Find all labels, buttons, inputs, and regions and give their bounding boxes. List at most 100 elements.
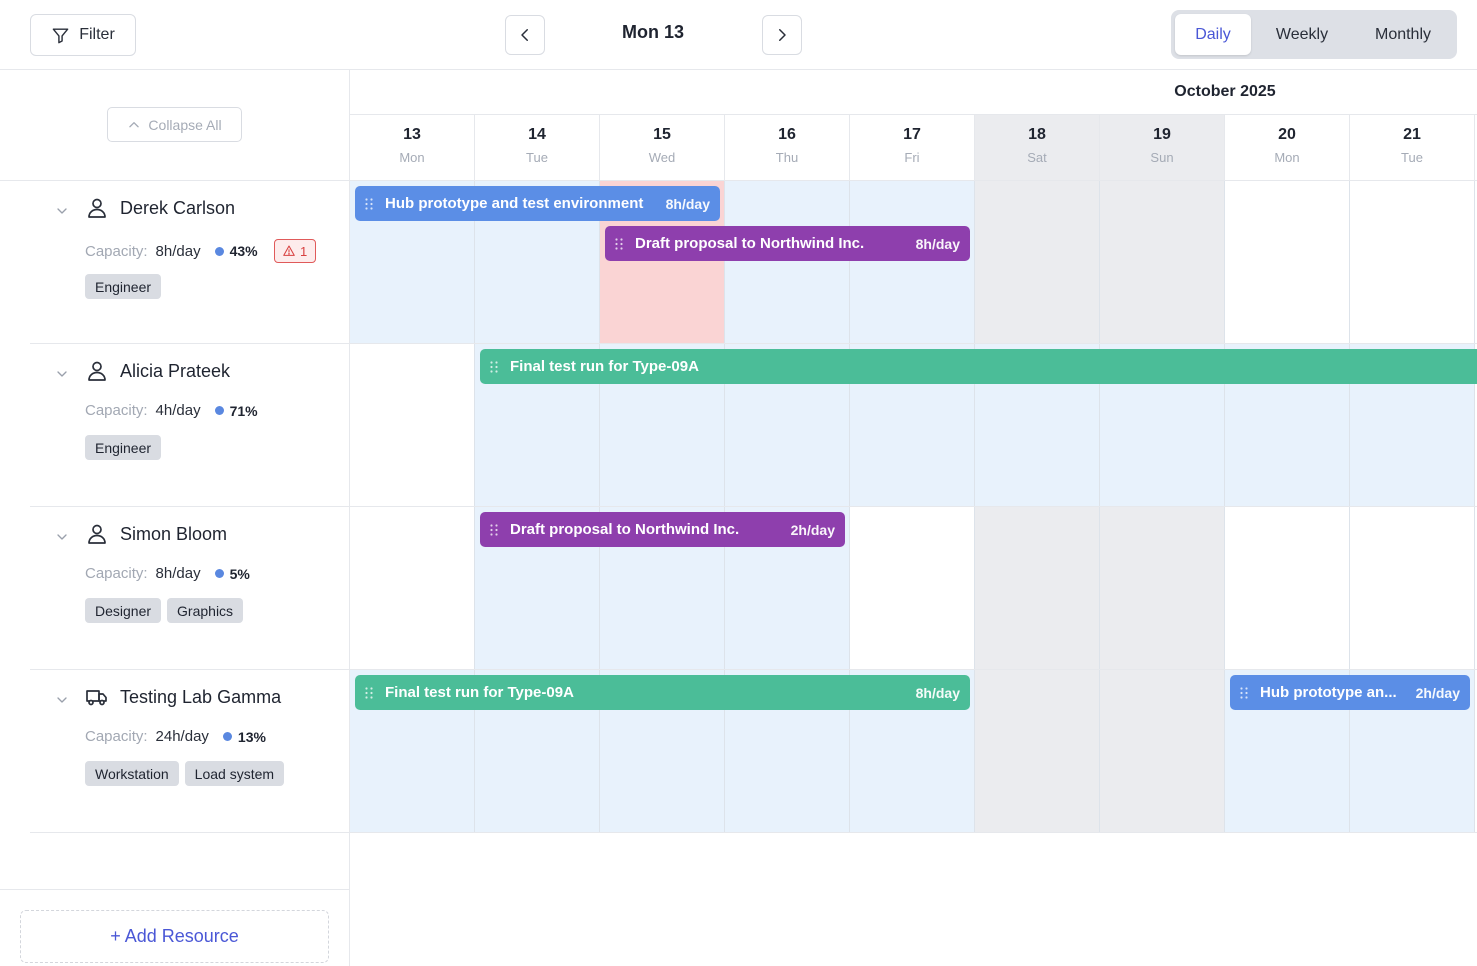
truck-icon <box>86 690 107 706</box>
utilization-dot <box>214 569 224 578</box>
drag-handle-icon[interactable] <box>1240 686 1248 699</box>
day-number: 20 <box>1278 126 1296 143</box>
utilization-dot <box>214 406 224 415</box>
drag-handle-icon[interactable] <box>490 360 498 373</box>
task-bar[interactable]: Draft proposal to Northwind Inc. 8h/day <box>605 226 970 261</box>
drag-handle-icon[interactable] <box>615 237 623 250</box>
day-number: 21 <box>1403 126 1421 143</box>
capacity-label: Capacity: <box>85 728 148 745</box>
task-bar[interactable]: Draft proposal to Northwind Inc. 2h/day <box>480 512 845 547</box>
task-title: Final test run for Type-09A <box>385 684 574 701</box>
chevron-down-icon[interactable] <box>54 692 70 708</box>
utilization-dot <box>214 246 224 256</box>
tag-list: Engineer <box>85 274 162 299</box>
day-number: 17 <box>903 126 921 143</box>
day-name: Fri <box>904 150 920 165</box>
day-cell[interactable] <box>1350 181 1475 343</box>
day-header: 15 Wed <box>600 115 725 180</box>
day-cell[interactable] <box>350 344 475 506</box>
drag-handle-icon[interactable] <box>365 686 373 699</box>
capacity-line: Capacity: 24h/day 13% <box>85 728 266 745</box>
utilization-value: 5% <box>229 565 250 582</box>
view-switcher: Daily Weekly Monthly <box>1171 10 1457 59</box>
day-cell[interactable] <box>1350 507 1475 669</box>
day-header: 18 Sat <box>975 115 1100 180</box>
task-rate: 2h/day <box>1415 684 1460 701</box>
current-date: Mon 13 <box>621 22 684 42</box>
tag-list: Designer Graphics <box>85 598 244 623</box>
resource-panel: Collapse All Derek Carlson Capacity: 8h/da… <box>0 70 350 966</box>
day-number: 16 <box>778 126 796 143</box>
resource-tag: Designer <box>85 598 162 623</box>
day-name: Wed <box>648 150 676 165</box>
view-monthly-button[interactable]: Monthly <box>1353 14 1453 55</box>
chevron-down-icon[interactable] <box>54 366 70 382</box>
day-cell[interactable] <box>725 181 850 343</box>
view-weekly-button[interactable]: Weekly <box>1251 14 1353 55</box>
capacity-value: 8h/day <box>155 242 201 260</box>
day-cell[interactable] <box>1100 181 1225 343</box>
warning-icon <box>283 245 295 256</box>
drag-handle-icon[interactable] <box>365 197 373 210</box>
utilization-value: 13% <box>237 728 266 745</box>
utilization-value: 43% <box>229 243 258 259</box>
day-header: 13 Mon <box>350 115 475 180</box>
collapse-all-label: Collapse All <box>148 116 222 133</box>
resource-tag: Engineer <box>85 435 162 460</box>
capacity-label: Capacity: <box>85 565 148 582</box>
day-cell[interactable] <box>1225 507 1350 669</box>
filter-button[interactable]: Filter <box>30 14 136 56</box>
day-cell[interactable] <box>975 181 1100 343</box>
task-title: Hub prototype and test environment <box>385 195 644 212</box>
warning-count: 1 <box>299 243 308 259</box>
capacity-line: Capacity: 8h/day 43% 1 <box>85 239 316 263</box>
task-title: Final test run for Type-09A <box>510 358 699 375</box>
task-bar[interactable]: Hub prototype and test environment 8h/day <box>355 186 720 221</box>
chevron-down-icon[interactable] <box>54 203 70 219</box>
day-cell[interactable] <box>975 670 1100 832</box>
task-bar[interactable]: Final test run for Type-09A 8h/day <box>355 675 970 710</box>
collapse-all-button[interactable]: Collapse All <box>107 107 242 142</box>
divider <box>0 889 350 890</box>
day-cell[interactable] <box>1100 507 1225 669</box>
day-number: 19 <box>1153 126 1171 143</box>
resource-tag: Graphics <box>167 598 244 623</box>
task-rate: 2h/day <box>790 521 835 538</box>
divider <box>350 832 1477 833</box>
task-title: Hub prototype an... <box>1260 684 1397 701</box>
day-name: Sun <box>1150 150 1174 165</box>
add-resource-button[interactable]: + Add Resource <box>20 910 329 963</box>
warning-badge[interactable]: 1 <box>273 239 316 263</box>
capacity-value: 8h/day <box>155 565 201 582</box>
chevron-down-icon[interactable] <box>54 529 70 545</box>
previous-button[interactable] <box>505 15 545 55</box>
task-bar[interactable]: Final test run for Type-09A <box>480 349 1477 384</box>
filter-label: Filter <box>79 26 115 43</box>
day-header: 16 Thu <box>725 115 850 180</box>
day-cell[interactable] <box>350 507 475 669</box>
day-cell[interactable] <box>975 507 1100 669</box>
drag-handle-icon[interactable] <box>490 523 498 536</box>
day-cell[interactable] <box>1225 181 1350 343</box>
toolbar: Filter Mon 13 Daily Weekly Monthly <box>0 0 1477 70</box>
day-cell[interactable] <box>850 181 975 343</box>
day-cell[interactable] <box>850 507 975 669</box>
day-header: 17 Fri <box>850 115 975 180</box>
task-bar[interactable]: Hub prototype an... 2h/day <box>1230 675 1470 710</box>
day-cell[interactable] <box>1100 670 1225 832</box>
resource-name: Alicia Prateek <box>120 361 231 381</box>
person-icon <box>88 361 106 381</box>
day-header: 14 Tue <box>475 115 600 180</box>
day-name: Mon <box>1274 150 1300 165</box>
capacity-label: Capacity: <box>85 402 148 419</box>
next-button[interactable] <box>762 15 802 55</box>
resource-tag: Engineer <box>85 274 162 299</box>
day-header: 20 Mon <box>1225 115 1350 180</box>
resource-name: Derek Carlson <box>120 198 236 218</box>
resource-row: Simon Bloom Capacity: 8h/day 5% Designer Grap… <box>30 507 350 670</box>
view-daily-button[interactable]: Daily <box>1175 14 1251 55</box>
utilization-dot <box>222 732 232 741</box>
chevron-right-icon <box>779 29 786 41</box>
day-name: Mon <box>399 150 425 165</box>
tag-list: Engineer <box>85 435 162 460</box>
